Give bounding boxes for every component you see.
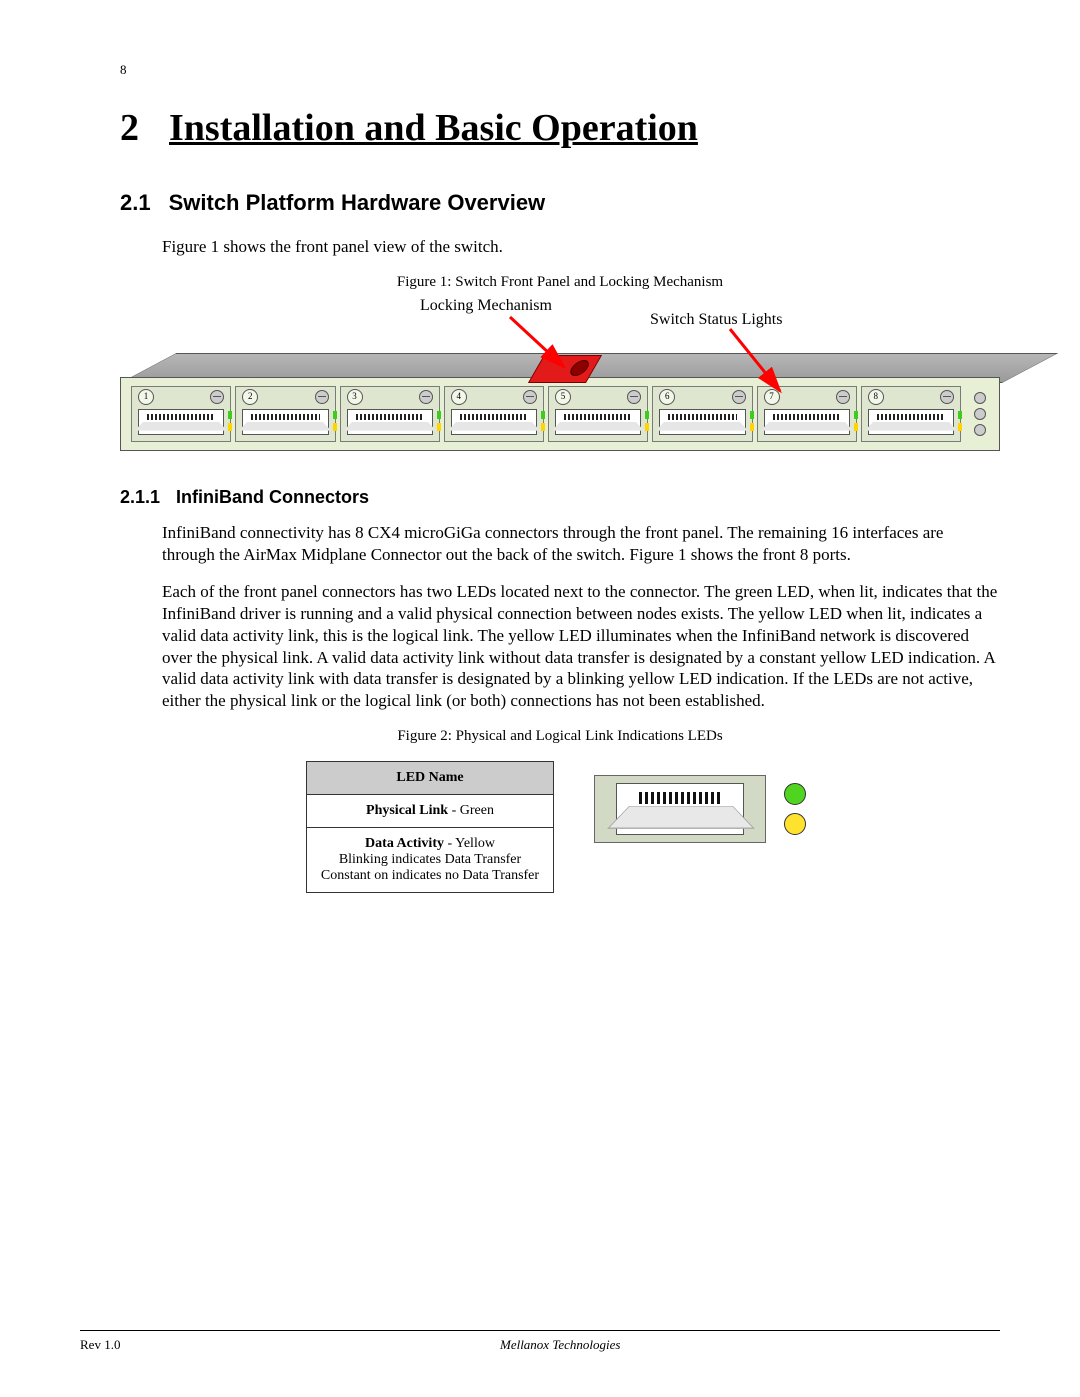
port-number-badge: 1 — [138, 389, 154, 405]
port-number-badge: 3 — [347, 389, 363, 405]
figure1: Locking Mechanism Switch Status Lights 1… — [120, 295, 1000, 463]
subsection-heading: 2.1.1 InfiniBand Connectors — [120, 487, 1000, 508]
cx4-connector-icon — [555, 409, 641, 435]
screw-icon — [732, 390, 746, 404]
port-led-yellow — [541, 423, 545, 431]
port-number-badge: 5 — [555, 389, 571, 405]
port-number-badge: 2 — [242, 389, 258, 405]
section-number: 2.1 — [120, 190, 151, 216]
status-lights-panel — [965, 388, 995, 440]
port-led-yellow — [958, 423, 962, 431]
led-row-physical: Physical Link - Green — [307, 794, 554, 827]
port-led-yellow — [333, 423, 337, 431]
cx4-port: 1 — [131, 386, 231, 442]
cx4-connector-icon — [868, 409, 954, 435]
led-yellow-icon — [784, 813, 806, 835]
led-green-icon — [784, 783, 806, 805]
screw-icon — [627, 390, 641, 404]
cx4-connector-icon — [764, 409, 850, 435]
cx4-port: 2 — [235, 386, 335, 442]
cx4-port: 6 — [652, 386, 752, 442]
port-number-badge: 4 — [451, 389, 467, 405]
port-led-green — [333, 411, 337, 419]
screw-icon — [940, 390, 954, 404]
cx4-port: 8 — [861, 386, 961, 442]
port-led-green — [645, 411, 649, 419]
cx4-connector-icon — [242, 409, 328, 435]
screw-icon — [210, 390, 224, 404]
chapter-heading: 2 Installation and Basic Operation — [120, 106, 1000, 150]
switch-chassis: 1 2 3 4 5 6 7 8 — [120, 377, 1000, 451]
port-led-yellow — [854, 423, 858, 431]
port-number-badge: 8 — [868, 389, 884, 405]
led-table: LED Name Physical Link - Green Data Acti… — [306, 761, 554, 893]
figure2-caption: Figure 2: Physical and Logical Link Indi… — [120, 728, 1000, 745]
port-led-green — [750, 411, 754, 419]
screw-icon — [419, 390, 433, 404]
chapter-number: 2 — [120, 106, 139, 150]
cx4-port: 3 — [340, 386, 440, 442]
connector-diagram — [594, 769, 814, 859]
screw-icon — [315, 390, 329, 404]
footer-company: Mellanox Technologies — [500, 1337, 620, 1353]
port-led-green — [854, 411, 858, 419]
paragraph-connectors-2: Each of the front panel connectors has t… — [162, 581, 1000, 712]
port-led-green — [228, 411, 232, 419]
cx4-connector-icon — [138, 409, 224, 435]
port-led-yellow — [750, 423, 754, 431]
led-table-header: LED Name — [307, 761, 554, 794]
annotation-status-lights: Switch Status Lights — [650, 311, 782, 329]
port-number-badge: 6 — [659, 389, 675, 405]
section-title: Switch Platform Hardware Overview — [169, 190, 546, 215]
footer-rev: Rev 1.0 — [80, 1337, 120, 1353]
cx4-port: 7 — [757, 386, 857, 442]
port-led-green — [541, 411, 545, 419]
cx4-connector-icon — [451, 409, 537, 435]
intro-paragraph: Figure 1 shows the front panel view of t… — [162, 236, 1000, 258]
screw-icon — [523, 390, 537, 404]
figure1-caption: Figure 1: Switch Front Panel and Locking… — [120, 274, 1000, 291]
subsection-title: InfiniBand Connectors — [176, 487, 369, 507]
port-led-yellow — [437, 423, 441, 431]
led-row-data-activity: Data Activity - Yellow Blinking indicate… — [307, 827, 554, 892]
subsection-number: 2.1.1 — [120, 487, 160, 508]
figure2: LED Name Physical Link - Green Data Acti… — [120, 761, 1000, 893]
section-heading: 2.1 Switch Platform Hardware Overview — [120, 190, 1000, 216]
port-number-badge: 7 — [764, 389, 780, 405]
port-led-green — [437, 411, 441, 419]
port-led-yellow — [228, 423, 232, 431]
cx4-port: 4 — [444, 386, 544, 442]
page-footer: Rev 1.0 Mellanox Technologies — [80, 1330, 1000, 1353]
page-number: 8 — [120, 62, 127, 78]
cx4-connector-icon — [659, 409, 745, 435]
cx4-port: 5 — [548, 386, 648, 442]
screw-icon — [836, 390, 850, 404]
cx4-connector-icon — [347, 409, 433, 435]
chapter-title: Installation and Basic Operation — [169, 107, 698, 149]
port-led-green — [958, 411, 962, 419]
port-led-yellow — [645, 423, 649, 431]
annotation-locking-mechanism: Locking Mechanism — [420, 297, 552, 315]
paragraph-connectors-1: InfiniBand connectivity has 8 CX4 microG… — [162, 522, 1000, 566]
